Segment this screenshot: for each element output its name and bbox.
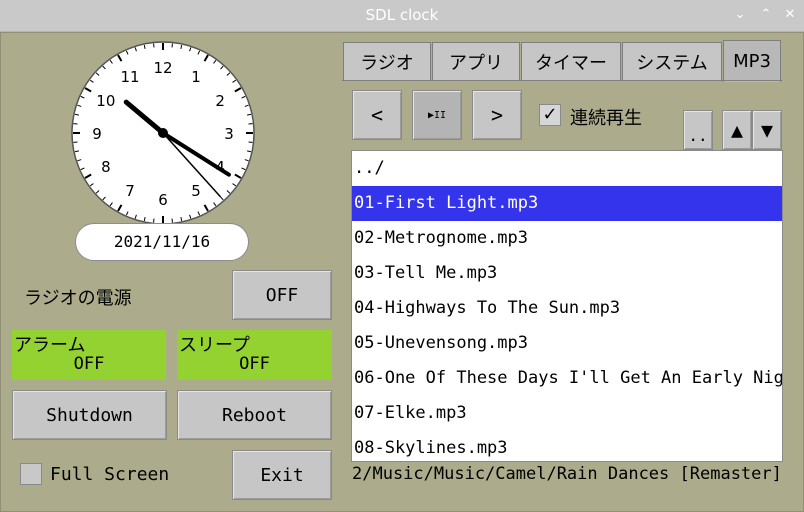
minimize-icon[interactable]: ⌄ — [729, 4, 751, 26]
reboot-button[interactable]: Reboot — [177, 390, 332, 440]
tab-radio[interactable]: ラジオ — [343, 42, 431, 80]
maximize-icon[interactable]: ⌃ — [755, 4, 777, 26]
tab-divider — [342, 80, 782, 81]
list-item[interactable]: 03-Tell Me.mp3 — [352, 256, 782, 291]
clock-numeral: 6 — [158, 191, 168, 209]
clock-numeral: 1 — [191, 68, 201, 86]
list-item[interactable]: 05-Unevensong.mp3 — [352, 326, 782, 361]
clock-numeral: 8 — [101, 158, 111, 176]
play-pause-button[interactable]: ▶II — [412, 90, 462, 140]
list-item[interactable]: 04-Highways To The Sun.mp3 — [352, 291, 782, 326]
next-button[interactable]: > — [472, 90, 522, 140]
continuous-label: 連続再生 — [570, 108, 642, 129]
clock-numeral: 12 — [153, 59, 172, 77]
fullscreen-label: Full Screen — [50, 464, 170, 485]
clock-numeral: 5 — [191, 182, 201, 200]
list-item[interactable]: 02-Metrognome.mp3 — [352, 221, 782, 256]
radio-power-button[interactable]: OFF — [232, 270, 332, 320]
date-display: 2021/11/16 — [75, 223, 249, 261]
list-item-selected[interactable]: 01-First Light.mp3 — [352, 186, 782, 221]
tab-mp3[interactable]: MP3 — [723, 40, 781, 82]
list-item[interactable]: 08-Skylines.mp3 — [352, 431, 782, 461]
clock-numeral: 2 — [215, 92, 225, 110]
scroll-up-button[interactable]: ▲ — [722, 110, 752, 150]
clock-numeral: 7 — [125, 182, 135, 200]
shutdown-button[interactable]: Shutdown — [12, 390, 167, 440]
scroll-down-button[interactable]: ▼ — [752, 110, 782, 150]
window-title: SDL clock — [365, 6, 439, 24]
parent-dir-button[interactable]: .. — [683, 110, 713, 150]
tab-apps[interactable]: アプリ — [432, 42, 520, 80]
continuous-checkbox[interactable]: ✓ — [539, 104, 561, 126]
tab-system[interactable]: システム — [622, 42, 722, 80]
clock-numeral: 3 — [224, 125, 234, 143]
list-item[interactable]: ../ — [352, 151, 782, 186]
current-path: 2/Music/Music/Camel/Rain Dances [Remaste… — [352, 464, 782, 484]
exit-button[interactable]: Exit — [232, 450, 332, 500]
clock-numeral: 11 — [120, 68, 139, 86]
prev-button[interactable]: < — [352, 90, 402, 140]
list-item[interactable]: 07-Elke.mp3 — [352, 396, 782, 431]
fullscreen-checkbox[interactable] — [20, 463, 42, 485]
sleep-state: OFF — [239, 354, 270, 374]
file-list[interactable]: ../ 01-First Light.mp3 02-Metrognome.mp3… — [351, 150, 783, 462]
close-icon[interactable]: ✕ — [779, 4, 801, 26]
radio-power-label: ラジオの電源 — [24, 288, 132, 309]
clock-numeral: 9 — [92, 125, 102, 143]
analog-clock: 121234567891011 — [70, 40, 256, 226]
sleep-toggle[interactable]: スリープ OFF — [177, 330, 332, 380]
list-item[interactable]: 06-One Of These Days I'll Get An Early N… — [352, 361, 782, 396]
alarm-state: OFF — [73, 354, 105, 374]
clock-numeral: 10 — [96, 92, 115, 110]
title-bar: SDL clock ⌄ ⌃ ✕ — [0, 0, 804, 32]
alarm-toggle[interactable]: アラーム OFF — [12, 330, 166, 380]
clock-face: 121234567891011 — [71, 41, 255, 225]
tab-timer[interactable]: タイマー — [521, 42, 621, 80]
